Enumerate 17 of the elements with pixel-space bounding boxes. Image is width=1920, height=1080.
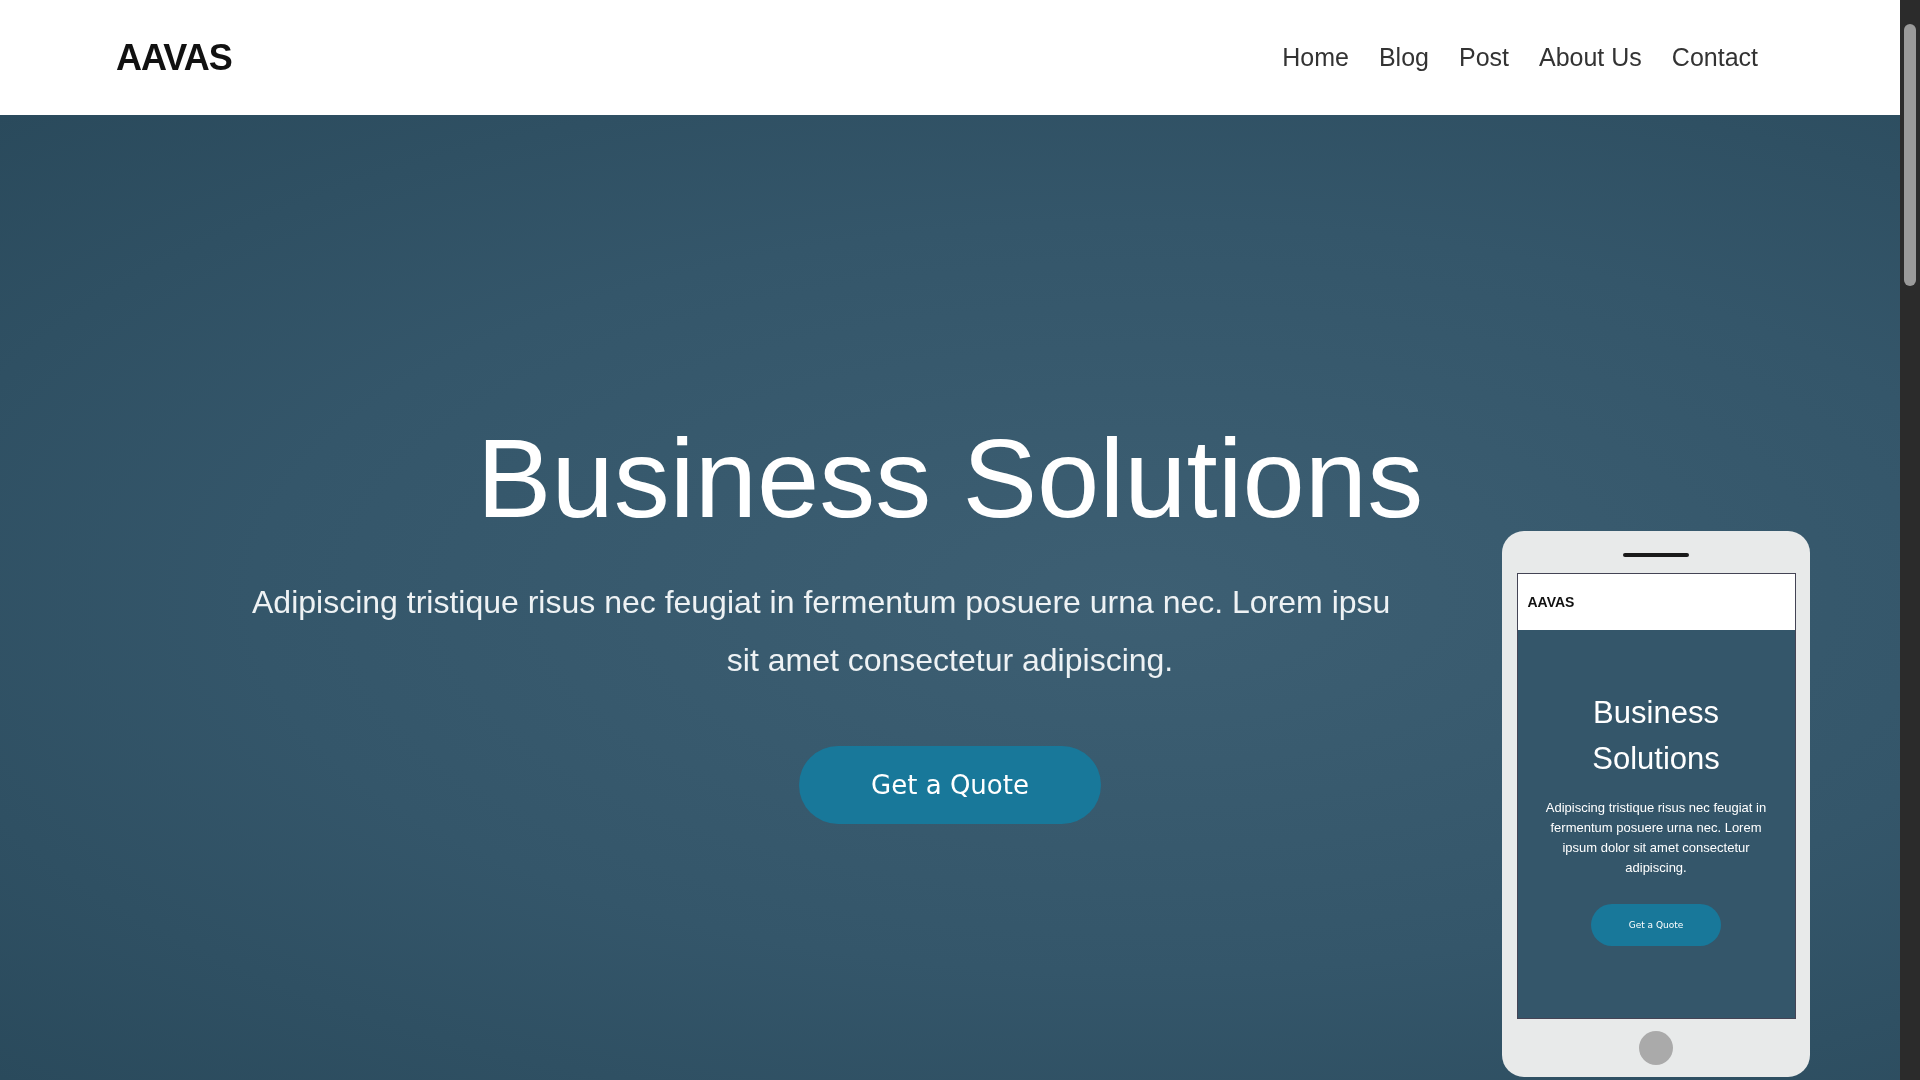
phone-hero-text: Adipiscing tristique risus nec feugiat in fermentum posuere urna nec. Lorem ipsum dolor sit amet consectetur adipiscing. <box>1544 799 1768 877</box>
phone-site-logo: AAVAS <box>1527 594 1575 610</box>
hero-text-line: Adipiscing tristique risus nec feugiat in fermentum posuere urna nec. Lorem ipsu <box>252 584 1391 621</box>
get-quote-button[interactable]: Get a Quote <box>799 746 1101 825</box>
phone-speaker-icon <box>1623 553 1689 557</box>
nav-link[interactable]: Home <box>1282 43 1349 72</box>
nav-link[interactable]: Contact <box>1671 43 1758 72</box>
phone-home-button-icon <box>1639 1031 1673 1065</box>
nav-link[interactable]: Blog <box>1378 43 1429 72</box>
nav-link[interactable]: About Us <box>1539 43 1642 72</box>
nav-link[interactable]: Post <box>1458 43 1509 72</box>
scrollbar[interactable] <box>1900 0 1920 1080</box>
phone-hero-title: Business Solutions <box>1591 694 1721 778</box>
scrollbar-thumb[interactable] <box>1904 24 1916 286</box>
hero-title: Business Solutions <box>476 417 1424 541</box>
hero-text-line: sit amet consectetur adipiscing. <box>726 642 1174 679</box>
site-logo[interactable]: AAVAS <box>116 36 232 79</box>
